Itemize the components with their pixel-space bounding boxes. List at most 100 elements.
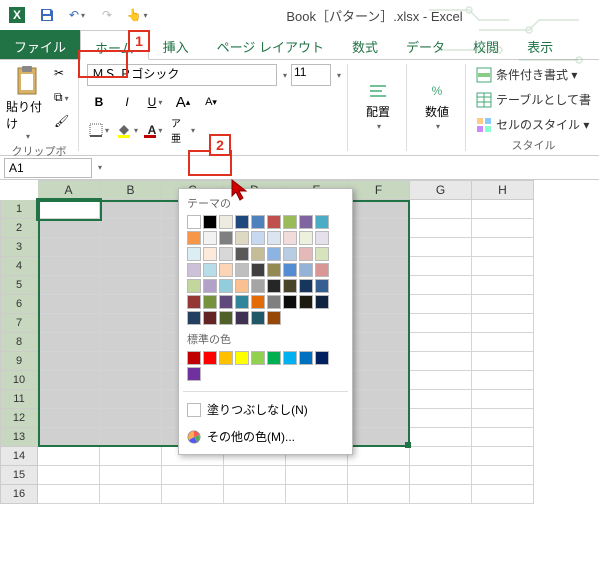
cell[interactable] <box>348 314 410 333</box>
color-swatch[interactable] <box>267 295 281 309</box>
cell[interactable] <box>100 485 162 504</box>
color-swatch[interactable] <box>251 311 265 325</box>
color-swatch[interactable] <box>235 351 249 365</box>
color-swatch[interactable] <box>315 295 329 309</box>
cell[interactable] <box>348 295 410 314</box>
color-swatch[interactable] <box>187 311 201 325</box>
cell[interactable] <box>100 219 162 238</box>
color-swatch[interactable] <box>251 231 265 245</box>
cell[interactable] <box>38 314 100 333</box>
cell[interactable] <box>410 295 472 314</box>
font-size-select[interactable]: 11 <box>291 64 331 86</box>
cell[interactable] <box>472 485 534 504</box>
copy-icon[interactable]: ⧉▾ <box>54 90 70 106</box>
cell[interactable] <box>410 485 472 504</box>
row-header[interactable]: 9 <box>0 352 38 371</box>
cell[interactable] <box>410 428 472 447</box>
color-swatch[interactable] <box>283 231 297 245</box>
color-swatch[interactable] <box>219 247 233 261</box>
cell[interactable] <box>410 409 472 428</box>
row-header[interactable]: 12 <box>0 409 38 428</box>
color-swatch[interactable] <box>299 279 313 293</box>
color-swatch[interactable] <box>299 295 313 309</box>
cell[interactable] <box>224 466 286 485</box>
row-header[interactable]: 3 <box>0 238 38 257</box>
no-fill-option[interactable]: 塗りつぶしなし(N) <box>179 396 352 423</box>
color-swatch[interactable] <box>203 311 217 325</box>
cell[interactable] <box>410 352 472 371</box>
color-swatch[interactable] <box>187 351 201 365</box>
color-swatch[interactable] <box>203 263 217 277</box>
color-swatch[interactable] <box>219 279 233 293</box>
color-swatch[interactable] <box>251 351 265 365</box>
color-swatch[interactable] <box>267 279 281 293</box>
color-swatch[interactable] <box>283 263 297 277</box>
row-header[interactable]: 1 <box>0 200 38 219</box>
cell[interactable] <box>348 428 410 447</box>
cell[interactable] <box>38 428 100 447</box>
color-swatch[interactable] <box>267 247 281 261</box>
fill-color-button[interactable]: ▾ <box>115 118 139 142</box>
cell[interactable] <box>38 352 100 371</box>
cell[interactable] <box>472 409 534 428</box>
cell[interactable] <box>100 295 162 314</box>
cell[interactable] <box>38 276 100 295</box>
color-swatch[interactable] <box>187 295 201 309</box>
more-colors-option[interactable]: その他の色(M)... <box>179 423 352 450</box>
table-format-button[interactable]: テーブルとして書 <box>476 91 591 108</box>
tab-data[interactable]: データ <box>392 30 459 59</box>
color-swatch[interactable] <box>251 247 265 261</box>
cell[interactable] <box>472 276 534 295</box>
undo-icon[interactable]: ↶▾ <box>68 6 86 24</box>
row-header[interactable]: 14 <box>0 447 38 466</box>
cell[interactable] <box>472 428 534 447</box>
cell[interactable] <box>100 238 162 257</box>
color-swatch[interactable] <box>187 279 201 293</box>
cell[interactable] <box>38 295 100 314</box>
column-header[interactable]: H <box>472 180 534 200</box>
cell[interactable] <box>410 200 472 219</box>
cell[interactable] <box>38 390 100 409</box>
cell[interactable] <box>348 276 410 295</box>
color-swatch[interactable] <box>283 295 297 309</box>
cell[interactable] <box>38 485 100 504</box>
cell[interactable] <box>348 352 410 371</box>
tab-insert[interactable]: 挿入 <box>149 30 203 59</box>
color-swatch[interactable] <box>219 231 233 245</box>
color-swatch[interactable] <box>299 263 313 277</box>
row-header[interactable]: 15 <box>0 466 38 485</box>
cell[interactable] <box>100 390 162 409</box>
cell[interactable] <box>38 219 100 238</box>
tab-formula[interactable]: 数式 <box>338 30 392 59</box>
tab-layout[interactable]: ページ レイアウト <box>203 30 338 59</box>
cell[interactable] <box>100 333 162 352</box>
row-header[interactable]: 4 <box>0 257 38 276</box>
cell[interactable] <box>410 314 472 333</box>
color-swatch[interactable] <box>251 215 265 229</box>
cell[interactable] <box>472 390 534 409</box>
italic-button[interactable]: I <box>115 90 139 114</box>
cell[interactable] <box>410 390 472 409</box>
phonetic-button[interactable]: ア亜▾ <box>171 118 195 142</box>
cell-style-button[interactable]: セルのスタイル ▾ <box>476 116 591 133</box>
row-header[interactable]: 13 <box>0 428 38 447</box>
cell[interactable] <box>348 466 410 485</box>
color-swatch[interactable] <box>251 279 265 293</box>
border-button[interactable]: ▾ <box>87 118 111 142</box>
cell[interactable] <box>100 352 162 371</box>
redo-icon[interactable]: ↷ <box>98 6 116 24</box>
cell[interactable] <box>100 409 162 428</box>
cell[interactable] <box>38 200 100 219</box>
color-swatch[interactable] <box>187 247 201 261</box>
cell[interactable] <box>410 466 472 485</box>
cell[interactable] <box>472 238 534 257</box>
tab-review[interactable]: 校閲 <box>459 30 513 59</box>
cell[interactable] <box>348 390 410 409</box>
cell[interactable] <box>286 466 348 485</box>
cell[interactable] <box>410 219 472 238</box>
save-icon[interactable] <box>38 6 56 24</box>
cell[interactable] <box>472 314 534 333</box>
row-header[interactable]: 11 <box>0 390 38 409</box>
font-color-button[interactable]: A▾ <box>143 118 167 142</box>
row-header[interactable]: 6 <box>0 295 38 314</box>
